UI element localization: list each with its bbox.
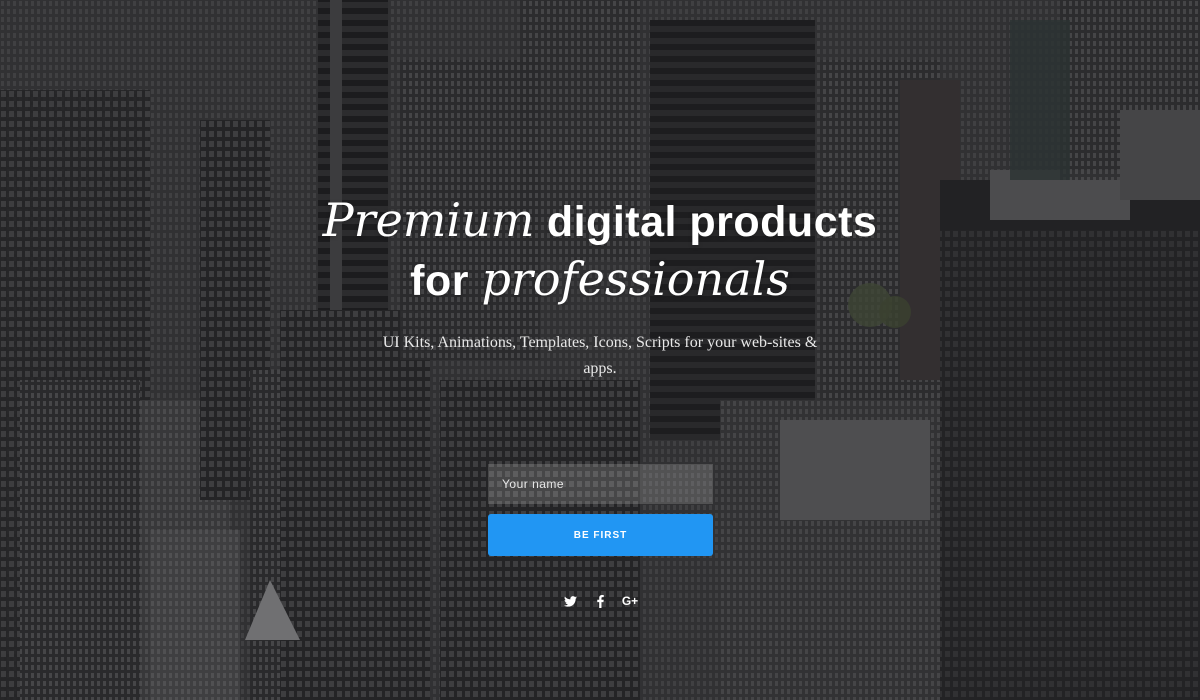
google-plus-icon: G+ xyxy=(621,594,639,608)
hero-content: Premium digital products for professional… xyxy=(0,0,1200,700)
be-first-button[interactable]: BE FIRST xyxy=(488,514,713,556)
social-links: G+ xyxy=(0,592,1200,610)
headline-premium: Premium xyxy=(322,193,535,247)
facebook-link[interactable] xyxy=(593,592,607,610)
headline-digital-products: digital products xyxy=(534,198,878,246)
headline-professionals: professionals xyxy=(481,252,790,306)
facebook-icon xyxy=(596,594,604,608)
hero-headline: Premium digital products for professional… xyxy=(0,192,1200,310)
twitter-link[interactable] xyxy=(563,592,577,610)
google-plus-link[interactable]: G+ xyxy=(621,592,639,610)
headline-for: for xyxy=(410,257,482,305)
name-input[interactable] xyxy=(488,464,713,504)
hero-subtitle: UI Kits, Animations, Templates, Icons, S… xyxy=(382,334,818,377)
twitter-icon xyxy=(563,595,577,607)
